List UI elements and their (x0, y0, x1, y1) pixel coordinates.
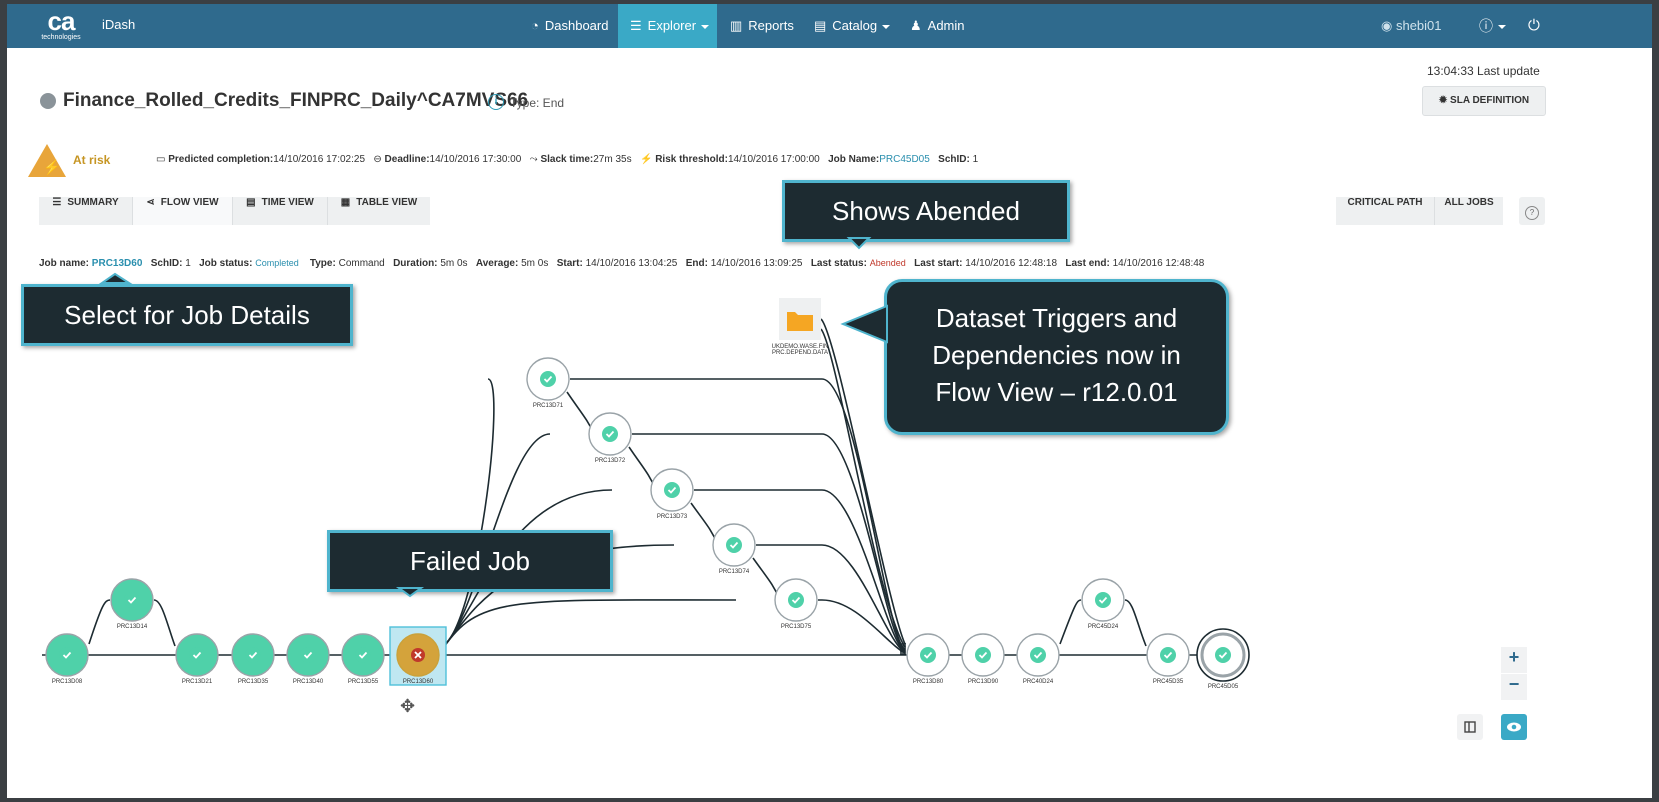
zoom-in-button[interactable]: + (1501, 647, 1527, 673)
eye-toggle-button[interactable] (1501, 714, 1527, 740)
panel-icon (1464, 721, 1476, 733)
eye-icon (1507, 722, 1521, 732)
pointer-dataset (840, 304, 888, 344)
pointer-failed (395, 587, 425, 598)
pointer-abended (846, 237, 872, 250)
zoom-out-button[interactable]: − (1501, 674, 1527, 700)
app-window: ca technologies iDash ◔ Dashboard ☰ Explor… (7, 4, 1652, 798)
callout-pointers (98, 237, 888, 598)
pointer-select (98, 272, 133, 284)
panel-toggle-button[interactable] (1457, 714, 1483, 740)
